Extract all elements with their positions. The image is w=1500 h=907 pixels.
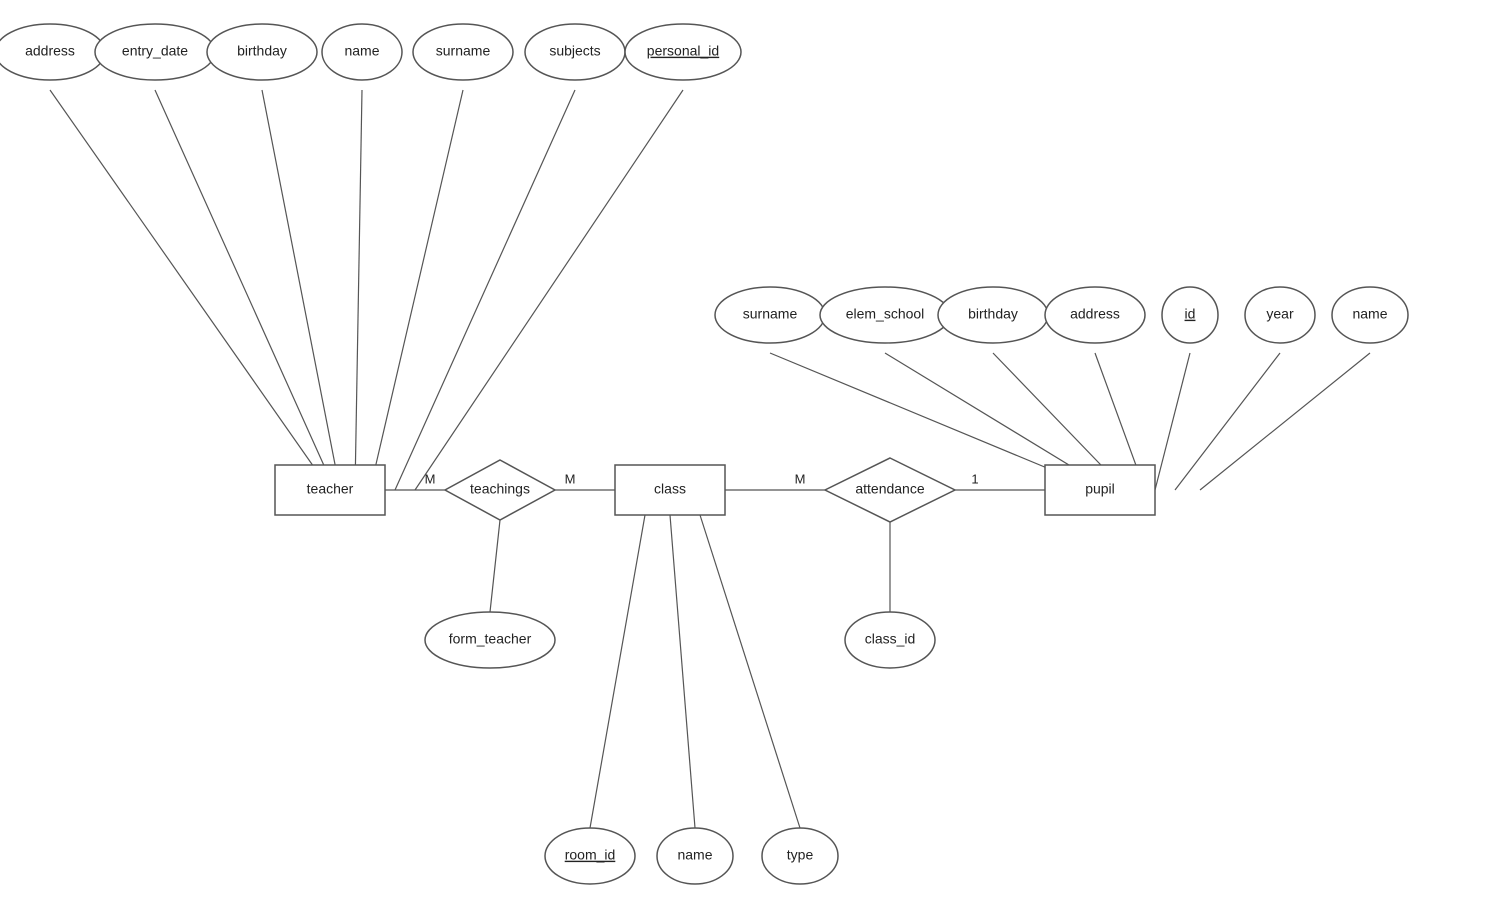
- line-address-teacher: [50, 90, 330, 490]
- card-class-attendance: M: [795, 471, 806, 486]
- card-teacher-teachings: M: [425, 471, 436, 486]
- relation-teachings-label: teachings: [470, 481, 530, 497]
- attr-entry-date-label: entry_date: [122, 43, 188, 59]
- line-teachings-formteacher: [490, 520, 500, 612]
- entity-class-label: class: [654, 481, 686, 497]
- attr-name-pupil-label: name: [1352, 306, 1387, 322]
- attr-type-class-label: type: [787, 847, 814, 863]
- line-class-type: [700, 515, 800, 828]
- attr-class-id-label: class_id: [865, 631, 916, 647]
- card-teachings-class: M: [565, 471, 576, 486]
- attr-birthday-pupil-label: birthday: [968, 306, 1018, 322]
- attr-form-teacher-label: form_teacher: [449, 631, 532, 647]
- line-name-pupil: [1200, 353, 1370, 490]
- line-personalid-teacher: [415, 90, 683, 490]
- attr-name-class-label: name: [677, 847, 712, 863]
- line-entrydate-teacher: [155, 90, 335, 490]
- er-diagram: address entry_date birthday name surname…: [0, 0, 1500, 904]
- line-id-pupil: [1155, 353, 1190, 490]
- entity-pupil-label: pupil: [1085, 481, 1115, 497]
- line-year-pupil: [1175, 353, 1280, 490]
- line-subjects-teacher: [395, 90, 575, 490]
- line-class-roomid: [590, 515, 645, 828]
- attr-subjects-label: subjects: [549, 43, 600, 59]
- attr-birthday-label: birthday: [237, 43, 287, 59]
- line-birthday-teacher: [262, 90, 340, 490]
- attr-address-pupil-label: address: [1070, 306, 1120, 322]
- attr-address-label: address: [25, 43, 75, 59]
- attr-id-pupil-label: id: [1185, 306, 1196, 322]
- line-name-teacher: [355, 90, 362, 490]
- attr-surname-teacher-label: surname: [436, 43, 491, 59]
- card-attendance-pupil: 1: [971, 471, 978, 486]
- line-surname-teacher: [370, 90, 463, 490]
- attr-room-id-label: room_id: [565, 847, 616, 863]
- attr-elem-school-label: elem_school: [846, 306, 925, 322]
- attr-year-pupil-label: year: [1266, 306, 1294, 322]
- relation-attendance-label: attendance: [855, 481, 924, 497]
- attr-personal-id-label: personal_id: [647, 43, 719, 59]
- entity-teacher-label: teacher: [307, 481, 354, 497]
- line-class-name: [670, 515, 695, 828]
- attr-surname-pupil-label: surname: [743, 306, 798, 322]
- attr-name-teacher-label: name: [344, 43, 379, 59]
